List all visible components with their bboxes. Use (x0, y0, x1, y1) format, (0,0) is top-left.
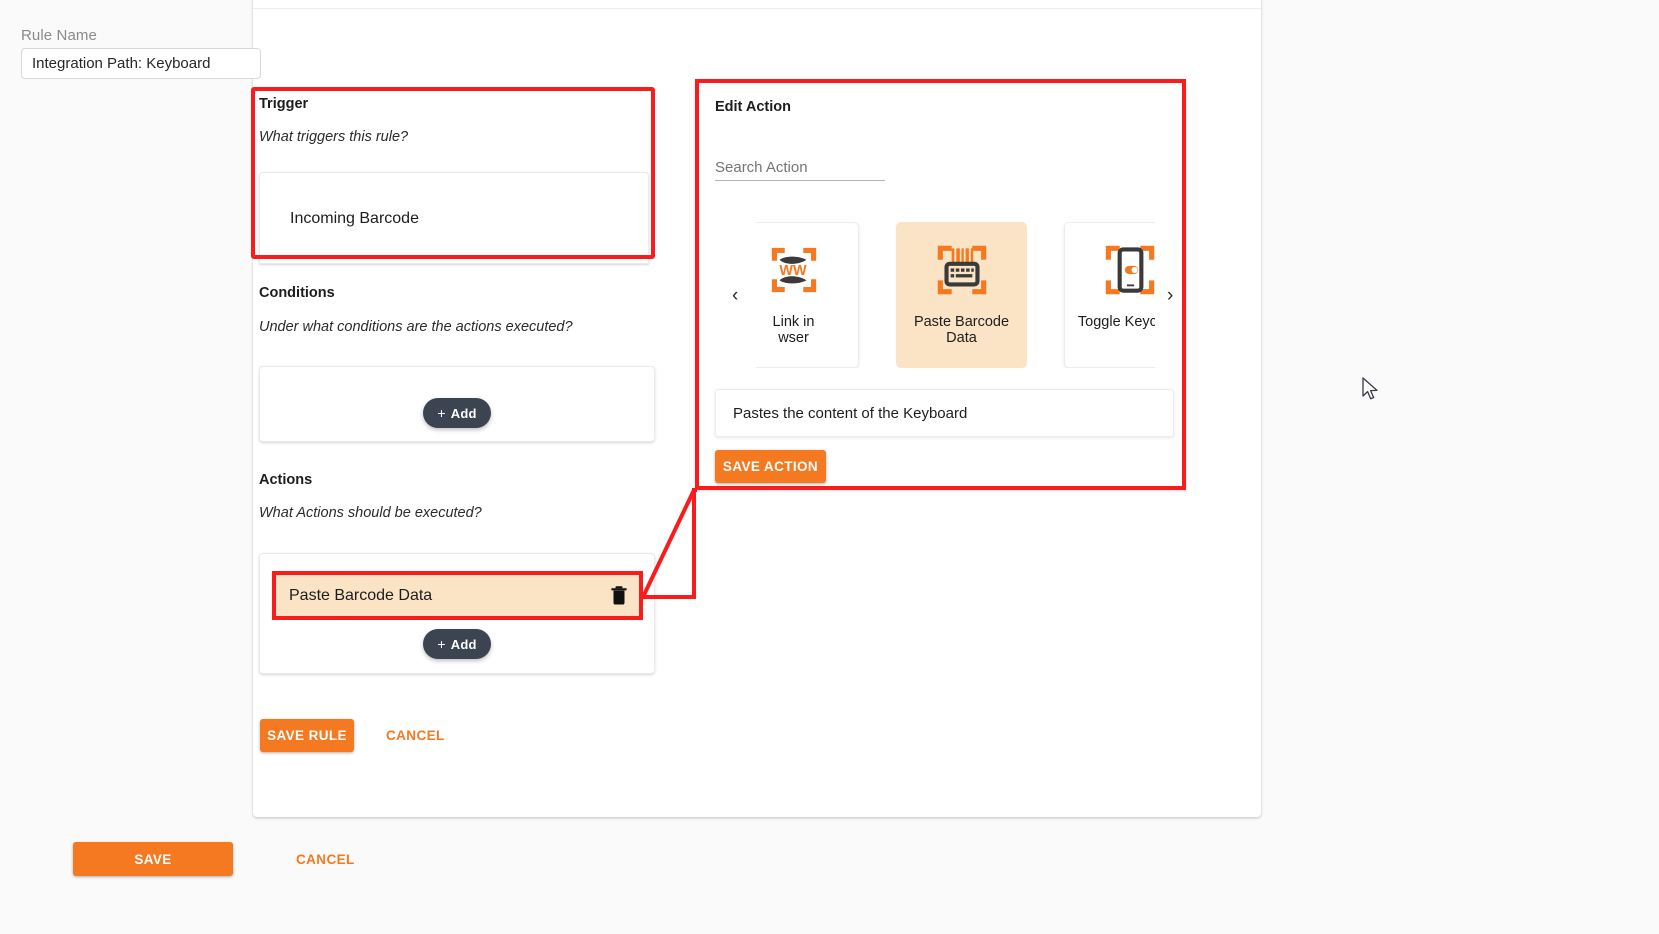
action-carousel: ‹ › WW Link in wser Paste Barcode Data T… (715, 216, 1174, 368)
plus-icon: + (437, 405, 446, 421)
cancel-rule-button[interactable]: CANCEL (386, 719, 445, 752)
conditions-section-title: Conditions (259, 285, 335, 301)
trash-icon (611, 586, 627, 605)
rule-name-label: Rule Name (21, 27, 97, 44)
edit-action-title: Edit Action (715, 99, 791, 115)
rule-name-input[interactable] (21, 48, 261, 79)
action-item-label: Paste Barcode Data (289, 586, 433, 604)
svg-text:WW: WW (779, 263, 807, 279)
conditions-section-subtitle: Under what conditions are the actions ex… (259, 319, 573, 335)
action-card-label: Paste Barcode Data (913, 314, 1010, 346)
edit-action-panel: Edit Action ‹ › (695, 79, 1186, 490)
chevron-left-icon[interactable]: ‹ (728, 284, 742, 307)
add-condition-label: Add (450, 405, 477, 421)
add-action-label: Add (450, 636, 477, 652)
actions-section-title: Actions (259, 472, 313, 488)
action-list-item[interactable]: Paste Barcode Data (276, 575, 639, 616)
action-card-open-link-in-browser[interactable]: WW Link in wser (756, 222, 859, 368)
search-action-input[interactable] (715, 155, 885, 181)
action-card-list: WW Link in wser Paste Barcode Data Toggl… (756, 222, 1155, 368)
chevron-right-icon[interactable]: › (1163, 284, 1177, 307)
device-toggle-scan-icon (1105, 245, 1154, 295)
plus-icon: + (437, 636, 446, 652)
actions-section-subtitle: What Actions should be executed? (259, 505, 482, 521)
card-top-divider (253, 8, 1261, 9)
save-rule-button[interactable]: SAVE RULE (260, 719, 354, 752)
trigger-section-subtitle: What triggers this rule? (259, 129, 409, 145)
trigger-section-title: Trigger (259, 96, 309, 112)
globe-www-scan-icon: WW (771, 247, 816, 293)
action-card-paste-barcode-data[interactable]: Paste Barcode Data (896, 222, 1027, 368)
action-description: Pastes the content of the Keyboard (715, 389, 1174, 437)
action-card-toggle-keycode[interactable]: Toggle Keycode (1064, 222, 1155, 368)
keyboard-barcode-scan-icon (937, 245, 986, 295)
add-action-button[interactable]: + Add (423, 629, 491, 659)
cancel-button[interactable]: CANCEL (296, 842, 355, 876)
save-action-button[interactable]: SAVE ACTION (715, 450, 826, 483)
app-root: Rule Name Trigger What triggers this rul… (0, 0, 1659, 934)
save-button[interactable]: SAVE (73, 842, 233, 876)
trigger-item-incoming-barcode[interactable]: Incoming Barcode (290, 210, 419, 228)
action-card-label: Toggle Keycode (1077, 314, 1155, 330)
action-card-label: Link in wser (772, 314, 815, 346)
delete-action-button[interactable] (611, 586, 627, 605)
mouse-pointer-icon (1362, 377, 1378, 400)
add-condition-button[interactable]: + Add (423, 398, 491, 428)
